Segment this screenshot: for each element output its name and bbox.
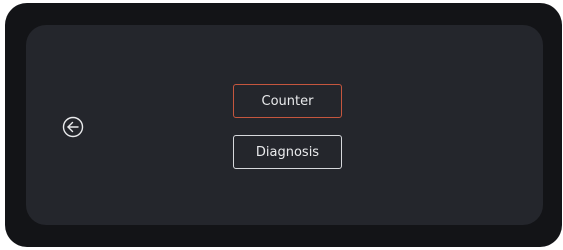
diagnosis-button[interactable]: Diagnosis	[233, 135, 342, 169]
back-button[interactable]	[62, 116, 84, 138]
device-frame: Counter Diagnosis	[5, 3, 562, 247]
counter-button[interactable]: Counter	[233, 84, 342, 118]
screen-panel: Counter Diagnosis	[26, 25, 543, 225]
back-arrow-icon	[62, 116, 84, 138]
diagnosis-button-label: Diagnosis	[255, 144, 320, 160]
counter-button-label: Counter	[261, 93, 314, 109]
